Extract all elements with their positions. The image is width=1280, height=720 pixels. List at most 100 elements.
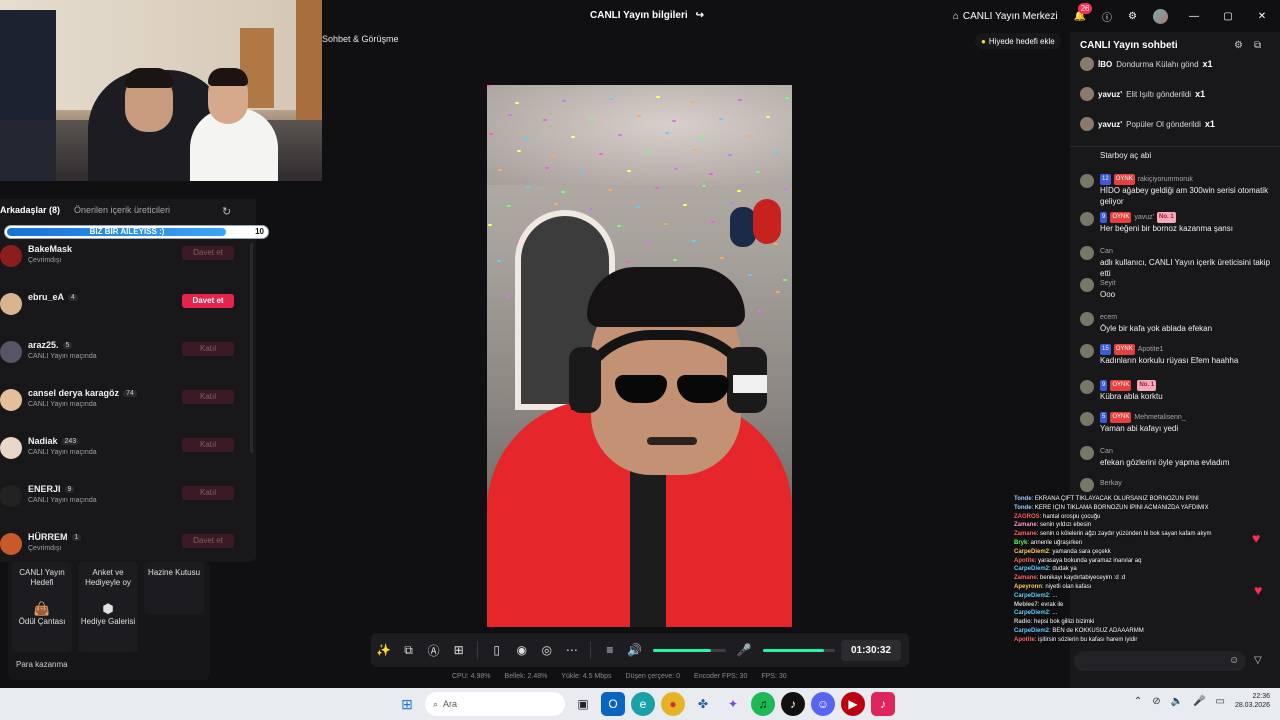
overlay-line: CarpeDiem2: BEN de KOKKUSUZ ADAAARMM bbox=[1014, 627, 1264, 636]
overlay-user: CarpeDiem2 bbox=[1014, 592, 1050, 599]
chat-text: Kübra abla korktu bbox=[1100, 392, 1163, 401]
invite-button[interactable]: Davet et bbox=[182, 294, 234, 308]
chevron-up-icon[interactable]: ⌃ bbox=[1134, 696, 1142, 707]
volume-slider[interactable] bbox=[653, 648, 726, 652]
search-label: Ara bbox=[443, 699, 458, 709]
profile-button[interactable] bbox=[1145, 0, 1176, 32]
mic-tray-icon[interactable]: 🎤 bbox=[1193, 696, 1205, 707]
overlay-text: : evrak ile bbox=[1037, 601, 1064, 608]
chat-text: Starboy aç abi bbox=[1100, 151, 1152, 160]
light-dot bbox=[608, 189, 612, 191]
friend-item: cansel derya karagöz 74 CANLI Yayın maçınd… bbox=[0, 385, 240, 425]
share-icon[interactable]: ↪ bbox=[696, 10, 704, 21]
add-source-icon[interactable]: ⊞ bbox=[446, 637, 471, 663]
tiktok-studio-icon[interactable]: ♪ bbox=[781, 692, 805, 716]
avatar bbox=[1080, 117, 1094, 131]
overlay-text: : dudak ya bbox=[1049, 566, 1077, 573]
stream-controls: ✨ ⧉ Ⓐ ⊞ ▯ ◉ ◎ ⋯ ≡ 🔊 🎤 01:30:32 bbox=[371, 633, 909, 667]
refresh-icon[interactable]: ↻ bbox=[222, 205, 234, 218]
system-tray: ⌃ ⊘ 🔈 🎤 ▭ 22:36 28.03.2026 bbox=[1134, 692, 1270, 710]
mic-slider[interactable] bbox=[762, 648, 835, 652]
gift-goal-button[interactable]: ● Hiyede hedefi ekle bbox=[975, 33, 1061, 49]
live-video-preview bbox=[487, 85, 792, 627]
outlook-icon[interactable]: O bbox=[601, 692, 625, 716]
light-dot bbox=[487, 85, 491, 87]
microphone-icon[interactable]: 🎤 bbox=[732, 637, 757, 663]
tab-suggested[interactable]: Önerilen içerik üreticileri bbox=[74, 205, 170, 215]
capture-icon[interactable]: ◎ bbox=[534, 637, 559, 663]
stream-info[interactable]: CANLI Yayın bilgileri ↪ bbox=[590, 10, 704, 21]
chat-message: ecem Öyle bir kafa yok ablada efekan bbox=[1078, 312, 1273, 334]
start-icon[interactable]: ⊞ bbox=[395, 692, 419, 716]
overlay-line: Apotite: yarasaya bokunda yaramaz inanıl… bbox=[1014, 557, 1264, 566]
taskbar-search[interactable]: ⌕ Ara bbox=[425, 692, 565, 716]
filter-icon[interactable]: ▽ bbox=[1254, 655, 1262, 666]
popout-icon[interactable]: ⧉ bbox=[1254, 40, 1261, 51]
light-dot bbox=[655, 187, 659, 189]
live-center-button[interactable]: ⌂ CANLI Yayın Merkezi bbox=[945, 0, 1066, 32]
join-button[interactable]: Katıl bbox=[182, 486, 234, 500]
close-button[interactable]: ✕ bbox=[1244, 0, 1280, 32]
tab-friends[interactable]: Arkadaşlar (8) bbox=[0, 205, 60, 215]
settings-icon[interactable]: ⚙ bbox=[1234, 40, 1243, 51]
more-icon[interactable]: ⋯ bbox=[559, 637, 584, 663]
chat-username: rakiçiyorummoruk bbox=[1137, 176, 1193, 183]
treasure-tile[interactable]: Hazine Kutusu bbox=[144, 562, 204, 614]
wifi-off-icon[interactable]: ⊘ bbox=[1152, 696, 1160, 707]
volume-icon[interactable]: 🔈 bbox=[1171, 696, 1183, 707]
earn-link[interactable]: Para kazanma bbox=[16, 660, 68, 669]
ai-icon[interactable]: Ⓐ bbox=[421, 637, 446, 663]
emoji-icon[interactable]: ☺ bbox=[1229, 655, 1239, 666]
chat-username: Seyit bbox=[1100, 280, 1116, 287]
tiktok-icon[interactable]: ♪ bbox=[871, 692, 895, 716]
record-icon[interactable]: ◉ bbox=[509, 637, 534, 663]
chat-overlay: Tonde: EKRANA ÇİFT TIKLAYACAK OLURSANIZ … bbox=[1014, 495, 1264, 670]
edge-icon[interactable]: e bbox=[631, 692, 655, 716]
discord-icon[interactable]: ☺ bbox=[811, 692, 835, 716]
chrome-icon[interactable]: ● bbox=[661, 692, 685, 716]
search-icon: ⌕ bbox=[433, 698, 439, 709]
effects-icon[interactable]: ✨ bbox=[371, 637, 396, 663]
invite-button[interactable]: Davet et bbox=[182, 534, 234, 548]
minimize-button[interactable]: — bbox=[1176, 0, 1212, 32]
screen-share-icon[interactable]: ⧉ bbox=[396, 637, 421, 663]
notifications-button[interactable]: 🔔 26 bbox=[1066, 0, 1094, 32]
chat-text: Kadınların korkulu rüyası Efem haahha bbox=[1100, 356, 1239, 365]
chat-user-line: ecem bbox=[1078, 312, 1273, 323]
scrollbar[interactable] bbox=[250, 243, 253, 453]
avatar bbox=[0, 293, 22, 315]
stream-timer: 01:30:32 bbox=[840, 639, 901, 661]
friend-name: HÜRREM 1 bbox=[28, 532, 82, 542]
reward-bag-tile[interactable]: 👜 Ödül Çantası bbox=[12, 600, 72, 652]
gift-gallery-tile[interactable]: ⬢ Hediye Galerisi bbox=[78, 600, 138, 652]
friend-status: CANLI Yayın maçında bbox=[28, 353, 97, 360]
mixer-icon[interactable]: ≡ bbox=[597, 637, 622, 663]
maximize-button[interactable]: ▢ bbox=[1212, 0, 1244, 32]
avatar bbox=[1080, 344, 1094, 358]
join-button[interactable]: Katıl bbox=[182, 438, 234, 452]
overlay-line: CarpeDiem2: yamanda sara çeçekk bbox=[1014, 548, 1264, 557]
clock[interactable]: 22:36 28.03.2026 bbox=[1235, 692, 1270, 710]
network-app-icon[interactable]: ✤ bbox=[691, 692, 715, 716]
join-button[interactable]: Katıl bbox=[182, 342, 234, 356]
chat-input[interactable] bbox=[1074, 651, 1246, 671]
avatar bbox=[0, 341, 22, 363]
overlay-user: Apotite bbox=[1014, 636, 1035, 643]
spotify-icon[interactable]: ♫ bbox=[751, 692, 775, 716]
light-dot bbox=[554, 203, 558, 205]
help-button[interactable]: ⓘ bbox=[1094, 0, 1120, 32]
task-view-icon[interactable]: ▣ bbox=[571, 692, 595, 716]
invite-button[interactable]: Davet et bbox=[182, 246, 234, 260]
join-button[interactable]: Katıl bbox=[182, 390, 234, 404]
settings-button[interactable]: ⚙ bbox=[1120, 0, 1145, 32]
level-badge: 15 bbox=[1100, 344, 1111, 355]
avatar bbox=[1080, 57, 1094, 71]
copilot-icon[interactable]: ✦ bbox=[721, 692, 745, 716]
speaker-icon[interactable]: 🔊 bbox=[622, 637, 647, 663]
battery-icon[interactable]: ▭ bbox=[1216, 696, 1225, 707]
light-dot bbox=[692, 240, 696, 242]
light-dot bbox=[515, 102, 519, 104]
phone-icon[interactable]: ▯ bbox=[484, 637, 509, 663]
media-app-icon[interactable]: ▶ bbox=[841, 692, 865, 716]
gift-icon: ⬢ bbox=[102, 601, 114, 616]
